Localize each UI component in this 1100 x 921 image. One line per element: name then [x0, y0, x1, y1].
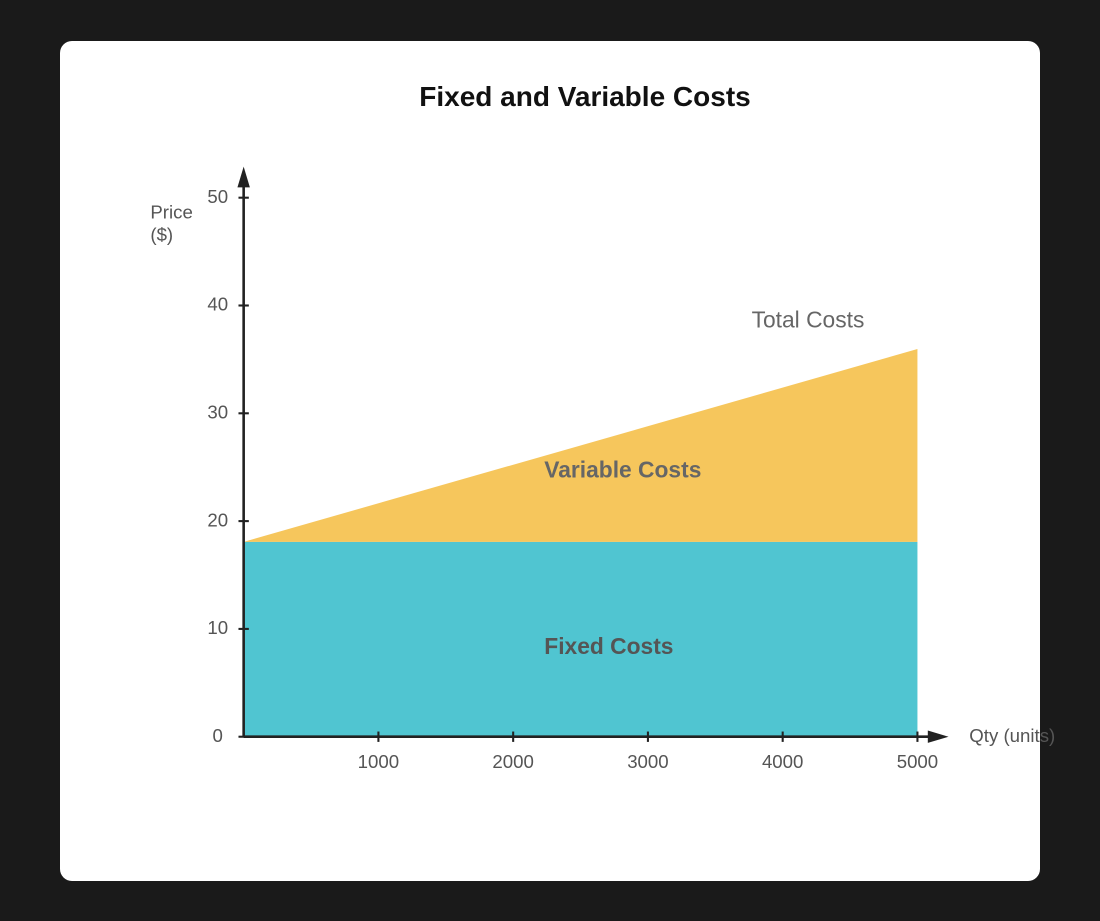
- x-label-2000: 2000: [492, 750, 533, 771]
- x-axis-label: Qty (units): [969, 724, 1055, 745]
- y-label-10: 10: [207, 617, 228, 638]
- fixed-costs-label: Fixed Costs: [544, 632, 673, 658]
- x-label-1000: 1000: [358, 750, 399, 771]
- x-label-3000: 3000: [627, 750, 668, 771]
- variable-costs-label: Variable Costs: [544, 456, 701, 482]
- x-label-5000: 5000: [897, 750, 938, 771]
- y-label-0: 0: [213, 724, 223, 745]
- y-axis-label: Price: [150, 201, 192, 222]
- total-costs-label: Total Costs: [752, 306, 865, 332]
- y-label-30: 30: [207, 401, 228, 422]
- chart-area: Price ($) Total Costs Variable Costs Fix…: [140, 133, 990, 822]
- variable-costs-area: [244, 349, 918, 542]
- y-label-40: 40: [207, 293, 228, 314]
- chart-svg: Price ($) Total Costs Variable Costs Fix…: [140, 133, 990, 822]
- x-label-4000: 4000: [762, 750, 803, 771]
- y-axis-arrow: [237, 166, 249, 187]
- chart-title: Fixed and Variable Costs: [419, 81, 750, 113]
- svg-text:($): ($): [150, 224, 173, 245]
- chart-container: Fixed and Variable Costs Price ($) Total…: [60, 41, 1040, 881]
- y-label-50: 50: [207, 185, 228, 206]
- y-label-20: 20: [207, 509, 228, 530]
- x-axis-arrow: [928, 730, 949, 742]
